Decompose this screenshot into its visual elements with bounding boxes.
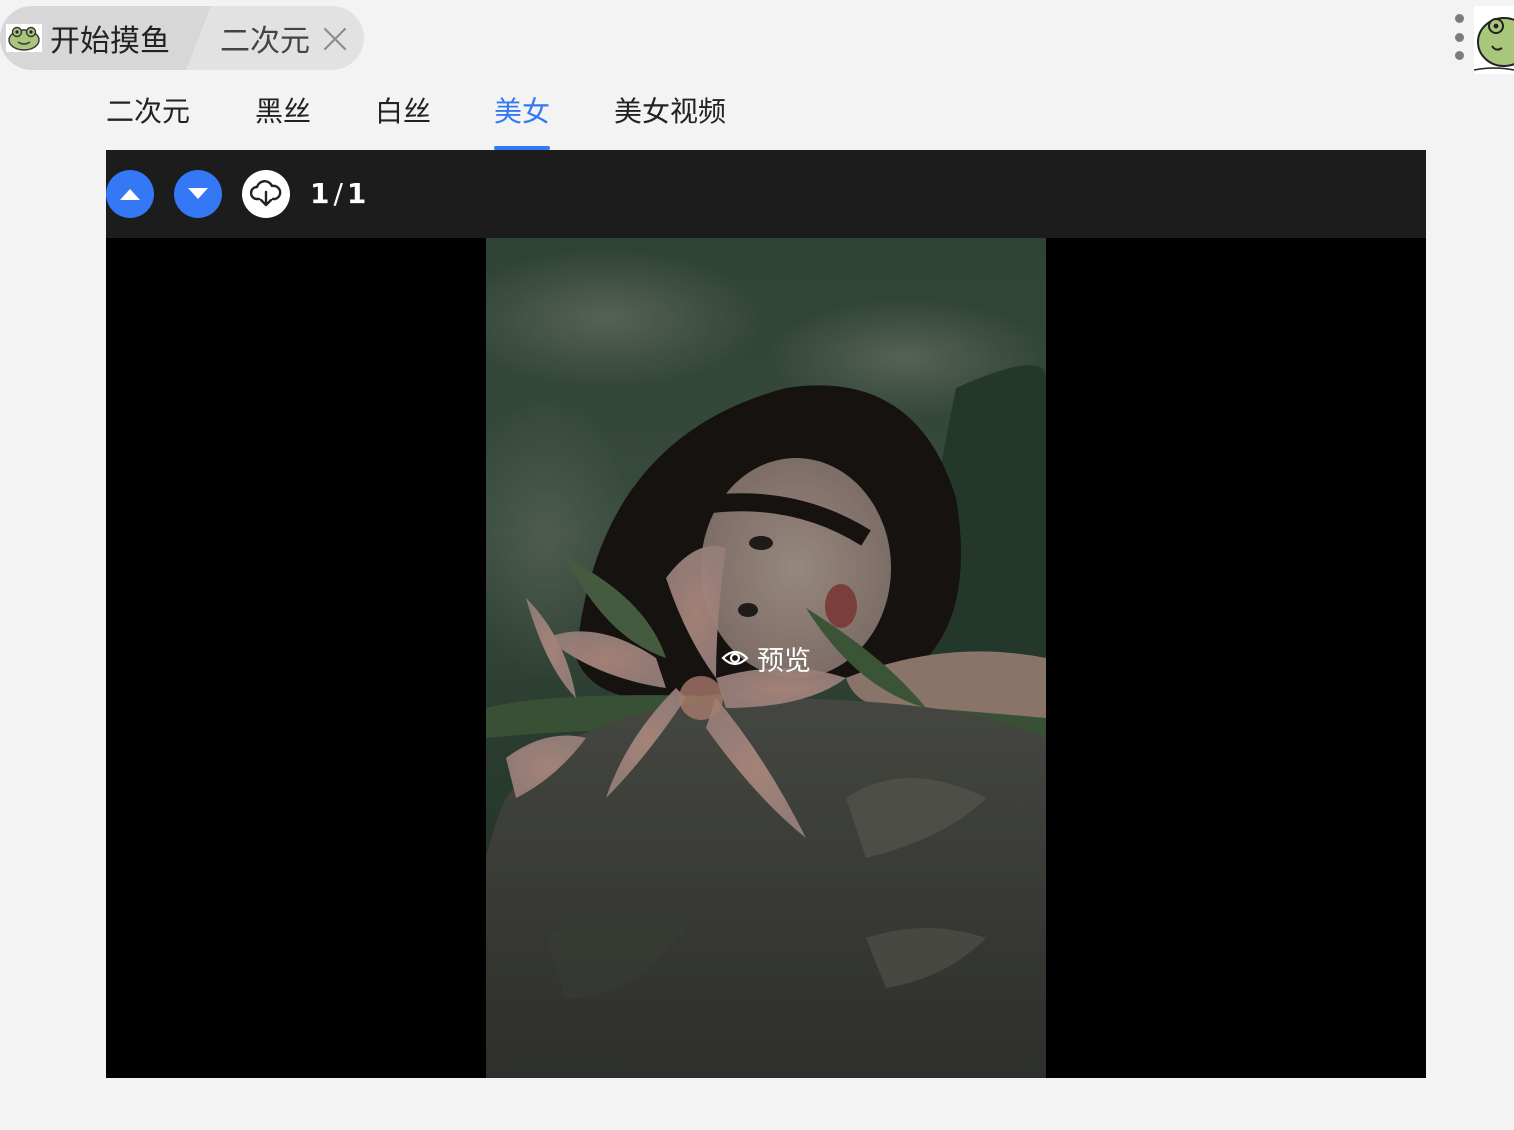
frog-logo-icon <box>6 24 42 52</box>
eye-icon <box>721 650 749 666</box>
category-tab-meinv[interactable]: 美女 <box>494 88 551 150</box>
page: 开始摸鱼 二次元 二次元 黑丝 白丝 美女 美女视频 1 / 1 预览 <box>0 0 1514 1130</box>
viewer-toolbar: 1/1 <box>106 150 1426 238</box>
counter-separator: / <box>333 177 343 210</box>
total-pages: 1 <box>346 177 367 210</box>
tab-home[interactable]: 开始摸鱼 <box>0 6 212 70</box>
page-counter: 1/1 <box>310 174 366 214</box>
category-tab-erciyuan[interactable]: 二次元 <box>106 88 190 150</box>
download-button[interactable] <box>242 170 290 218</box>
close-icon[interactable] <box>322 26 348 52</box>
category-tab-baisi[interactable]: 白丝 <box>375 88 431 150</box>
arrow-down-icon <box>188 188 208 199</box>
more-vertical-icon[interactable] <box>1452 14 1466 60</box>
photo[interactable]: 预览 <box>486 238 1046 1078</box>
next-button[interactable] <box>174 170 222 218</box>
category-tab-heisi[interactable]: 黑丝 <box>255 88 311 150</box>
avatar[interactable] <box>1474 6 1514 74</box>
preview-overlay[interactable]: 预览 <box>486 238 1046 1078</box>
tab-current[interactable]: 二次元 <box>186 6 364 70</box>
image-viewer: 1/1 预览 <box>106 150 1426 1078</box>
prev-button[interactable] <box>106 170 154 218</box>
tab-current-label: 二次元 <box>220 24 310 59</box>
cloud-download-icon <box>250 180 282 207</box>
tab-home-label: 开始摸鱼 <box>50 24 170 59</box>
frog-avatar-icon <box>1474 6 1514 74</box>
preview-label: 预览 <box>757 645 811 677</box>
category-tab-meinv-shipin[interactable]: 美女视频 <box>614 88 726 150</box>
current-page: 1 <box>310 177 330 210</box>
arrow-up-icon <box>120 189 140 200</box>
